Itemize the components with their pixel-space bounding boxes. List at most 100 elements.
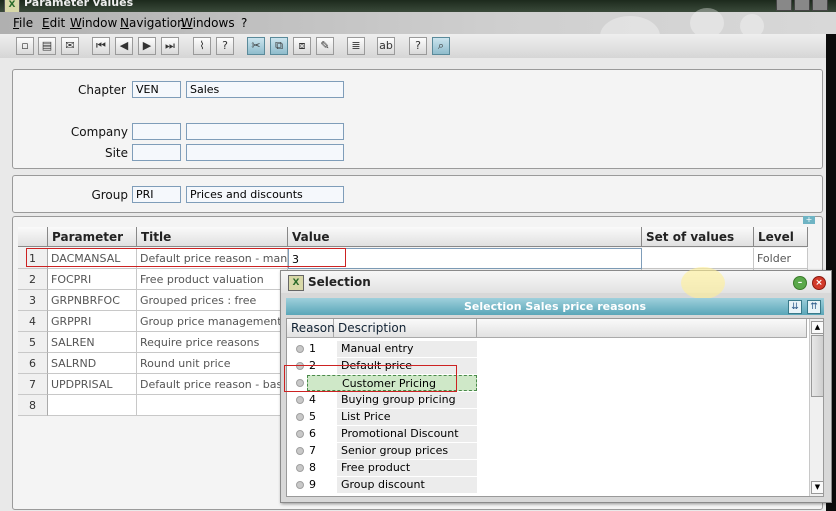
attachment-icon[interactable]: ⌇ (193, 37, 211, 55)
minimize-dialog-icon[interactable]: – (793, 276, 807, 290)
cell-title: Free product valuation (137, 269, 288, 290)
info-icon[interactable]: ? (409, 37, 427, 55)
toolbar: ▫ ▤ ✉ ⏮ ◀ ▶ ⏭ ⌇ ? ✂ ⧉ ⧈ ✎ ≣ ab ? ⌕ (0, 34, 836, 58)
row-number[interactable]: 6 (18, 353, 48, 374)
reason-code[interactable]: 4 (309, 393, 316, 406)
column-header-reason[interactable]: Reason (287, 319, 335, 338)
reason-code[interactable]: 8 (309, 461, 316, 474)
column-header-set-of-values[interactable]: Set of values (642, 227, 754, 247)
text-field-icon[interactable]: ab (377, 37, 395, 55)
menu-help[interactable]: ? (241, 16, 247, 30)
cell-parameter (48, 395, 137, 416)
scroll-down-fast-icon[interactable]: ⇊ (788, 300, 802, 314)
list-item-bullet (296, 413, 304, 421)
previous-record-icon[interactable]: ◀ (115, 37, 133, 55)
list-item-bullet (296, 430, 304, 438)
row-number[interactable]: 5 (18, 332, 48, 353)
edit-icon[interactable]: ✎ (316, 37, 334, 55)
scroll-up-icon[interactable]: ▲ (811, 321, 823, 334)
reason-description[interactable]: List Price (337, 409, 477, 425)
scroll-down-icon[interactable]: ▼ (811, 481, 823, 494)
reason-code[interactable]: 7 (309, 444, 316, 457)
scrollbar-thumb[interactable] (811, 335, 823, 397)
scroll-up-fast-icon[interactable]: ⇈ (807, 300, 821, 314)
reason-description[interactable]: Buying group pricing (337, 392, 477, 408)
first-record-icon[interactable]: ⏮ (92, 37, 110, 55)
reason-code[interactable]: 9 (309, 478, 316, 491)
maximize-icon[interactable] (794, 0, 810, 11)
window-title: Parameter values (24, 0, 134, 9)
company-label: Company (70, 125, 128, 139)
chapter-code-field[interactable]: VEN (132, 81, 181, 98)
list-item-bullet (296, 345, 304, 353)
list-icon[interactable]: ≣ (347, 37, 365, 55)
paste-icon[interactable]: ⧈ (293, 37, 311, 55)
reason-code[interactable]: 5 (309, 410, 316, 423)
new-icon[interactable]: ▫ (16, 37, 34, 55)
company-code-field[interactable] (132, 123, 181, 140)
cell-title: Group price management (137, 311, 288, 332)
list-item-bullet (296, 481, 304, 489)
cell-level: Folder (754, 248, 808, 269)
reason-description[interactable]: Promotional Discount (337, 426, 477, 442)
row-number[interactable]: 3 (18, 290, 48, 311)
row-number-header (18, 227, 48, 247)
reason-description[interactable]: Manual entry (337, 341, 477, 357)
close-dialog-icon[interactable]: × (812, 276, 826, 290)
zoom-icon[interactable]: ⌕ (432, 37, 450, 55)
cell-title: Default price reason - base (137, 374, 288, 395)
highlight-box-selected-reason (284, 365, 457, 392)
expand-icon[interactable]: + (803, 216, 815, 224)
copy-icon[interactable]: ⧉ (270, 37, 288, 55)
next-record-icon[interactable]: ▶ (138, 37, 156, 55)
reason-code[interactable]: 1 (309, 342, 316, 355)
site-name-field (186, 144, 344, 161)
group-name-field: Prices and discounts (186, 186, 344, 203)
cell-parameter: SALREN (48, 332, 137, 353)
cell-parameter: SALRND (48, 353, 137, 374)
row-number[interactable]: 2 (18, 269, 48, 290)
help-icon[interactable]: ? (216, 37, 234, 55)
reason-code[interactable]: 6 (309, 427, 316, 440)
selection-list: Reason Description 1 Manual entry 2 Default… (286, 318, 824, 497)
cell-title: Require price reasons (137, 332, 288, 353)
menu-windows[interactable]: Windows (181, 16, 235, 30)
list-item-bullet (296, 464, 304, 472)
vertical-scrollbar[interactable]: ▲ ▼ (809, 319, 823, 496)
group-code-field[interactable]: PRI (132, 186, 181, 203)
cell-parameter: UPDPRISAL (48, 374, 137, 395)
cell-parameter: GRPNBRFOC (48, 290, 137, 311)
site-label: Site (104, 146, 128, 160)
close-icon[interactable] (812, 0, 828, 11)
column-header-empty (477, 319, 807, 338)
column-header-value[interactable]: Value (288, 227, 642, 247)
reason-description[interactable]: Free product (337, 460, 477, 476)
cell-title (137, 395, 288, 416)
last-record-icon[interactable]: ⏭ (161, 37, 179, 55)
menu-navigation[interactable]: Navigation (120, 16, 185, 30)
row-number[interactable]: 7 (18, 374, 48, 395)
menu-file[interactable]: File (13, 16, 33, 30)
cell-parameter: FOCPRI (48, 269, 137, 290)
menu-bar: File Edit Window Navigation Windows ? (0, 8, 836, 56)
menu-window[interactable]: Window (70, 16, 117, 30)
reason-description[interactable]: Senior group prices (337, 443, 477, 459)
site-code-field[interactable] (132, 144, 181, 161)
dialog-title-bar: X Selection – × (281, 267, 831, 299)
print-icon[interactable]: ▤ (38, 37, 56, 55)
column-header-description[interactable]: Description (334, 319, 477, 338)
menu-edit[interactable]: Edit (42, 16, 65, 30)
selection-tool-icon[interactable]: ✂ (247, 37, 265, 55)
app-logo-icon: X (288, 275, 304, 291)
row-number[interactable]: 4 (18, 311, 48, 332)
minimize-icon[interactable] (776, 0, 792, 11)
cell-title: Grouped prices : free (137, 290, 288, 311)
column-header-title[interactable]: Title (137, 227, 288, 247)
cell-set-of-values (642, 248, 754, 269)
row-number[interactable]: 8 (18, 395, 48, 416)
column-header-parameter[interactable]: Parameter (48, 227, 137, 247)
column-header-level[interactable]: Level (754, 227, 808, 247)
selection-band-title: Selection Sales price reasons (286, 298, 824, 315)
reason-description[interactable]: Group discount (337, 477, 477, 493)
mail-icon[interactable]: ✉ (61, 37, 79, 55)
